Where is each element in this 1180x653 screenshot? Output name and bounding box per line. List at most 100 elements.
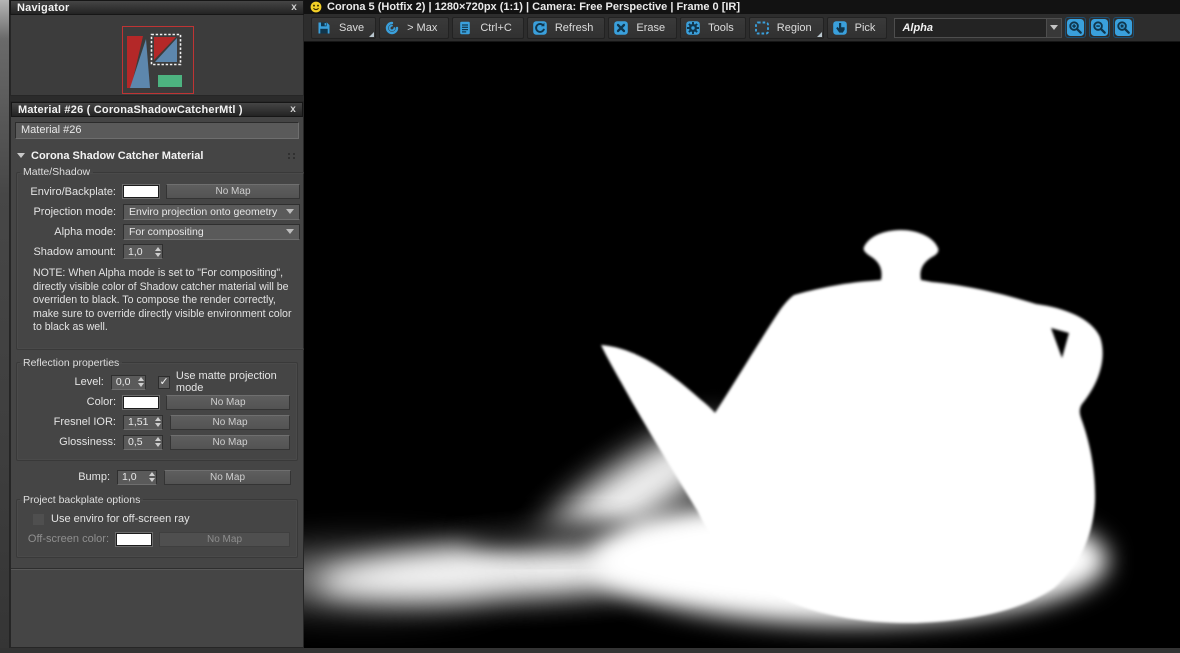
bump-value: 1,0 (122, 471, 137, 484)
close-icon[interactable]: x (291, 2, 297, 13)
shadow-amount-label: Shadow amount: (33, 245, 116, 258)
render-viewport[interactable] (232, 42, 1180, 648)
level-spinner[interactable]: 0,0 (110, 374, 147, 390)
alpha-mode-label: Alpha mode: (54, 225, 116, 238)
enviro-backplate-label: Enviro/Backplate: (30, 185, 116, 198)
channel-select-arrow-button[interactable] (1046, 18, 1062, 37)
offscreen-color-label: Off-screen color: (27, 533, 109, 546)
zoom-out-button[interactable] (1089, 17, 1111, 38)
zoom-reset-button[interactable] (1113, 17, 1135, 38)
chevron-down-icon (1050, 25, 1059, 30)
vfb-toolbar: Save > Max Ctrl+C Refresh Erase Tools Re… (304, 14, 1180, 42)
navigator-canvas[interactable] (10, 15, 304, 96)
glossiness-spinner[interactable]: 0,5 (123, 434, 163, 450)
channel-select-value: Alpha (902, 21, 933, 34)
reflection-level-row: Level: 0,0 ✓ Use matte projection mode (24, 370, 290, 394)
navigator-panel: Navigator x (10, 0, 304, 98)
enviro-backplate-map-button[interactable]: No Map (166, 184, 300, 199)
shadow-amount-spinner[interactable]: 1,0 (123, 244, 163, 259)
erase-button[interactable]: Erase (608, 16, 678, 39)
bump-row: Bump: 1,0 No Map (23, 469, 291, 485)
zoom-in-button[interactable] (1065, 17, 1087, 38)
bump-map-button[interactable]: No Map (164, 469, 291, 485)
navigator-title: Navigator (17, 1, 70, 14)
gear-icon (686, 20, 700, 35)
material-node-green-bar (158, 75, 182, 87)
refresh-button[interactable]: Refresh (526, 16, 606, 39)
rollout-header[interactable]: Corona Shadow Catcher Material (17, 148, 297, 163)
material-name-field[interactable]: Material #26 (15, 122, 299, 139)
reflection-color-swatch[interactable] (122, 394, 160, 410)
render-info-text: Corona 5 (Hotfix 2) | 1280×720px (1:1) |… (327, 1, 741, 13)
vfb-statusbar: Corona 5 (Hotfix 2) | 1280×720px (1:1) |… (304, 0, 1180, 14)
pick-label: Pick (854, 21, 876, 34)
enviro-backplate-color-swatch[interactable] (122, 184, 160, 199)
bump-label: Bump: (78, 471, 110, 484)
copy-button[interactable]: Ctrl+C (452, 16, 524, 39)
tools-button[interactable]: Tools (680, 16, 746, 39)
corona-spiral-icon (385, 21, 399, 34)
dock-edge-strip (0, 0, 10, 648)
region-marquee-icon (754, 21, 769, 34)
projection-mode-value: Enviro projection onto geometry (129, 205, 278, 218)
erase-label: Erase (636, 21, 666, 34)
material-panel-title: Material #26 ( CoronaShadowCatcherMtl ) (18, 103, 243, 116)
fresnel-ior-map-button[interactable]: No Map (170, 414, 290, 430)
reflection-color-label: Color: (86, 396, 116, 409)
glossiness-value: 0,5 (128, 436, 143, 449)
alpha-mode-select[interactable]: For compositing (123, 223, 300, 240)
offscreen-ray-row: Use enviro for off-screen ray (24, 512, 290, 527)
copy-document-icon (460, 21, 471, 34)
shadow-amount-row: Shadow amount: 1,0 (24, 244, 300, 259)
channel-select[interactable]: Alpha (894, 17, 1063, 38)
matte-shadow-legend: Matte/Shadow (23, 166, 91, 178)
material-node-thumbnail[interactable] (122, 26, 194, 94)
fresnel-ior-value: 1,51 (128, 416, 149, 429)
spinner-arrows-icon[interactable] (136, 377, 145, 388)
level-value: 0,0 (115, 376, 131, 389)
chevron-down-icon (286, 229, 294, 234)
use-matte-projection-checkbox[interactable]: ✓ (158, 375, 170, 389)
copy-label: Ctrl+C (480, 21, 512, 34)
offscreen-color-map-button: No Map (159, 531, 290, 547)
refresh-icon (533, 20, 547, 35)
reflection-group: Reflection properties Level: 0,0 ✓ Use m… (16, 356, 298, 461)
zoom-reset-icon (1115, 18, 1133, 37)
navigator-titlebar[interactable]: Navigator x (10, 0, 304, 15)
floppy-save-icon (318, 22, 330, 33)
use-enviro-offscreen-label: Use enviro for off-screen ray (51, 513, 190, 526)
glossiness-map-button[interactable]: No Map (170, 434, 290, 450)
glossiness-row: Glossiness: 0,5 No Map (24, 434, 290, 450)
send-to-max-label: > Max (407, 21, 438, 34)
save-button[interactable]: Save (311, 16, 377, 39)
projection-mode-select[interactable]: Enviro projection onto geometry (123, 203, 300, 220)
enviro-backplate-row: Enviro/Backplate: No Map (24, 184, 300, 199)
level-label: Level: (74, 376, 104, 389)
material-parameters-panel: Material #26 ( CoronaShadowCatcherMtl ) … (10, 101, 308, 648)
spinner-arrows-icon[interactable] (153, 246, 162, 257)
bump-spinner[interactable]: 1,0 (117, 469, 157, 485)
region-button[interactable]: Region (748, 16, 824, 39)
spinner-arrows-icon[interactable] (153, 437, 162, 448)
material-titlebar[interactable]: Material #26 ( CoronaShadowCatcherMtl ) … (11, 102, 303, 117)
offscreen-color-swatch (115, 531, 153, 547)
fresnel-ior-spinner[interactable]: 1,51 (123, 414, 163, 430)
send-to-max-button[interactable]: > Max (379, 16, 450, 39)
spinner-arrows-icon[interactable] (153, 417, 162, 428)
fresnel-ior-label: Fresnel IOR: (53, 416, 116, 429)
reflection-legend: Reflection properties (23, 356, 120, 369)
compositing-note: NOTE: When Alpha mode is set to "For com… (33, 267, 292, 334)
material-editor-column: Navigator x Material #26 ( CoronaShadowC… (10, 0, 308, 648)
close-icon[interactable]: x (290, 104, 296, 115)
dropdown-corner-icon (816, 31, 822, 37)
spinner-arrows-icon[interactable] (147, 472, 156, 483)
rollout-grip-icon (287, 151, 297, 160)
reflection-color-map-button[interactable]: No Map (166, 394, 290, 410)
erase-x-icon (614, 20, 629, 35)
alpha-channel-render (232, 42, 1180, 648)
reflection-color-row: Color: No Map (24, 394, 290, 410)
pick-button[interactable]: Pick (826, 16, 888, 39)
use-enviro-offscreen-checkbox (32, 512, 45, 526)
rollout-end-divider (11, 567, 303, 570)
use-matte-projection-label: Use matte projection mode (175, 370, 277, 395)
